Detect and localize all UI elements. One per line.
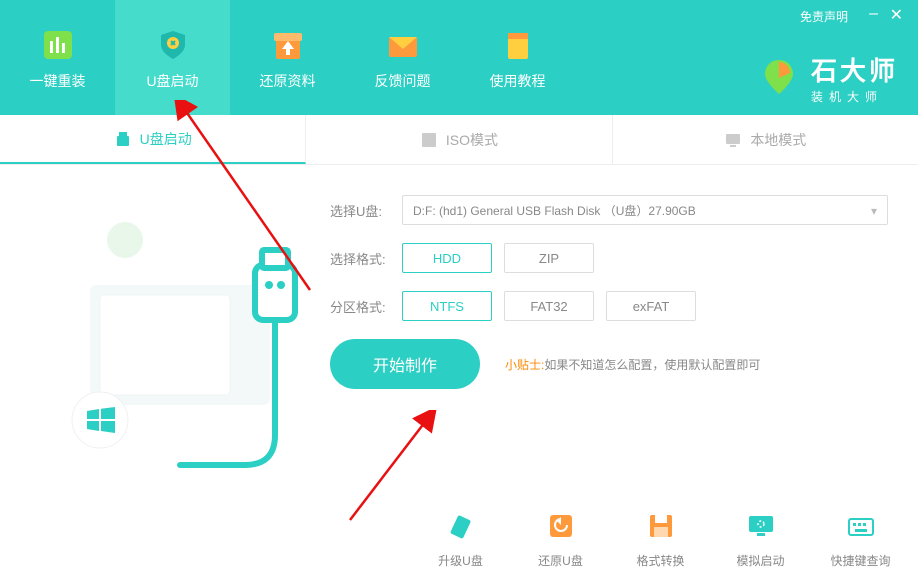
select-usb-label: 选择U盘: xyxy=(330,201,390,220)
select-usb-dropdown[interactable]: D:F: (hd1) General USB Flash Disk （U盘）27… xyxy=(402,195,888,225)
partition-option-fat32[interactable]: FAT32 xyxy=(504,291,594,321)
monitor-icon xyxy=(724,131,742,149)
logo-icon xyxy=(757,56,801,100)
brand-logo: 石大师 装机大师 xyxy=(757,51,898,105)
select-format-label: 选择格式: xyxy=(330,249,390,268)
bottom-restore-usb[interactable]: 还原U盘 xyxy=(523,506,598,569)
format-option-hdd[interactable]: HDD xyxy=(402,243,492,273)
nav-usb-boot[interactable]: U盘启动 xyxy=(115,0,230,115)
tab-label: 本地模式 xyxy=(750,130,806,150)
partition-option-ntfs[interactable]: NTFS xyxy=(402,291,492,321)
nav-label: 使用教程 xyxy=(490,71,546,91)
format-option-zip[interactable]: ZIP xyxy=(504,243,594,273)
bottom-label: 升级U盘 xyxy=(438,552,483,569)
usb-icon xyxy=(114,130,132,148)
bottom-simulate-boot[interactable]: 模拟启动 xyxy=(723,506,798,569)
tab-usb-boot[interactable]: U盘启动 xyxy=(0,115,306,164)
box-up-icon xyxy=(268,25,308,65)
nav-label: 还原资料 xyxy=(260,71,316,91)
book-icon xyxy=(498,25,538,65)
bottom-label: 格式转换 xyxy=(636,552,684,569)
nav-label: 一键重装 xyxy=(30,71,86,91)
restore-icon xyxy=(541,506,581,546)
iso-icon xyxy=(420,131,438,149)
partition-format-label: 分区格式: xyxy=(330,297,390,316)
envelope-icon xyxy=(383,25,423,65)
minimize-button[interactable]: – xyxy=(869,5,878,23)
bottom-label: 还原U盘 xyxy=(538,552,583,569)
chart-icon xyxy=(38,25,78,65)
bottom-upgrade-usb[interactable]: 升级U盘 xyxy=(423,506,498,569)
nav-label: 反馈问题 xyxy=(375,71,431,91)
close-button[interactable]: ✕ xyxy=(890,5,903,25)
bottom-label: 模拟启动 xyxy=(736,552,784,569)
monitor-icon xyxy=(741,506,781,546)
nav-label: U盘启动 xyxy=(146,71,198,91)
partition-option-exfat[interactable]: exFAT xyxy=(606,291,696,321)
tab-label: ISO模式 xyxy=(446,130,498,150)
tab-label: U盘启动 xyxy=(140,129,192,149)
shield-icon xyxy=(153,25,193,65)
nav-feedback[interactable]: 反馈问题 xyxy=(345,0,460,115)
tab-iso[interactable]: ISO模式 xyxy=(306,115,612,164)
illustration xyxy=(30,195,310,505)
usb-stick-icon xyxy=(441,506,481,546)
bottom-format-convert[interactable]: 格式转换 xyxy=(623,506,698,569)
bottom-label: 快捷键查询 xyxy=(830,552,890,569)
bottom-shortcut-query[interactable]: 快捷键查询 xyxy=(823,506,898,569)
brand-subtitle: 装机大师 xyxy=(811,88,898,105)
tab-local[interactable]: 本地模式 xyxy=(613,115,918,164)
nav-tutorial[interactable]: 使用教程 xyxy=(460,0,575,115)
keyboard-icon xyxy=(841,506,881,546)
nav-restore[interactable]: 还原资料 xyxy=(230,0,345,115)
nav-reinstall[interactable]: 一键重装 xyxy=(0,0,115,115)
floppy-icon xyxy=(641,506,681,546)
brand-title: 石大师 xyxy=(811,51,898,88)
tip-label: 小贴士: xyxy=(505,358,544,372)
disclaimer-link[interactable]: 免责声明 xyxy=(800,8,848,25)
tip-text: 小贴士:如果不知道怎么配置，使用默认配置即可 xyxy=(505,356,760,373)
start-button[interactable]: 开始制作 xyxy=(330,339,480,389)
